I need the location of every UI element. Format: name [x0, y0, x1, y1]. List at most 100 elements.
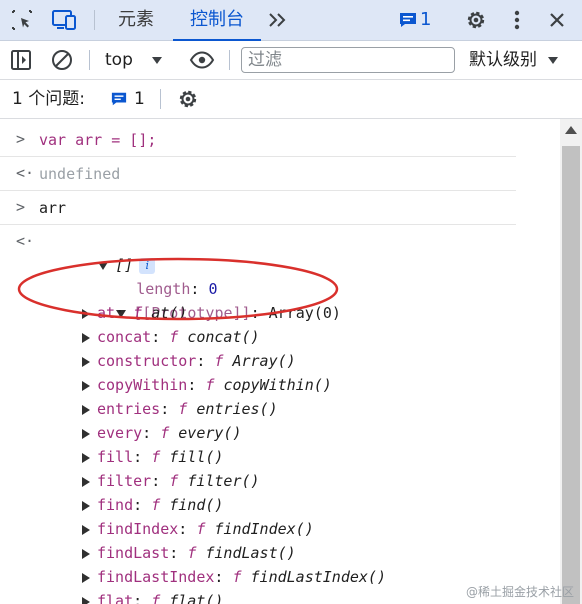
issues-bar: 1 个问题: 1 — [0, 80, 582, 119]
console-settings-gear-icon[interactable] — [175, 86, 201, 112]
method-row-filter[interactable]: filter: f filter() — [82, 469, 260, 493]
function-f-label: f — [160, 424, 170, 442]
method-row-copyWithin[interactable]: copyWithin: f copyWithin() — [82, 373, 332, 397]
function-f-label: f — [151, 496, 161, 514]
collapse-triangle-icon — [82, 524, 90, 535]
method-row-concat[interactable]: concat: f concat() — [82, 325, 260, 349]
console-object-result: <· [] i length: 0 [[Prototype]]: Array(0)… — [0, 225, 516, 604]
collapse-triangle-icon — [82, 596, 90, 604]
method-row-every[interactable]: every: f every() — [82, 421, 242, 445]
method-row-constructor[interactable]: constructor: f Array() — [82, 349, 296, 373]
live-expression-eye-icon[interactable] — [189, 47, 215, 73]
function-f-label: f — [232, 568, 242, 586]
method-name: concat — [97, 328, 152, 346]
method-signature: findIndex() — [214, 520, 314, 538]
more-options-kebab-icon[interactable] — [504, 7, 530, 33]
method-signature: concat() — [187, 328, 260, 346]
close-devtools-icon[interactable] — [544, 7, 570, 33]
method-row-findLastIndex[interactable]: findLastIndex: f findLastIndex() — [82, 565, 386, 589]
method-row-entries[interactable]: entries: f entries() — [82, 397, 278, 421]
collapse-triangle-icon — [82, 356, 90, 367]
result-arrow-icon: <· — [16, 232, 35, 250]
method-row-fill[interactable]: fill: f fill() — [82, 445, 223, 469]
method-name: entries — [97, 400, 161, 418]
prototype-toggle[interactable]: [[Prototype]]: Array(0) — [62, 277, 341, 322]
method-name: filter — [97, 472, 152, 490]
function-f-label: f — [169, 328, 179, 346]
collapse-triangle-icon — [82, 500, 90, 511]
collapse-triangle-icon — [82, 548, 90, 559]
method-signature: copyWithin() — [223, 376, 332, 394]
console-result-line: <· undefined — [0, 157, 516, 191]
collapse-triangle-icon — [82, 452, 90, 463]
method-row-flat[interactable]: flat: f flat() — [82, 589, 223, 604]
input-prompt-chevron-icon: > — [16, 130, 26, 148]
method-signature: findLast() — [205, 544, 296, 562]
property-value: Array(0) — [268, 304, 341, 322]
method-signature: find() — [169, 496, 224, 514]
method-row-find[interactable]: find: f find() — [82, 493, 223, 517]
issues-message-icon[interactable] — [395, 7, 421, 33]
console-toolbar: top 默认级别 — [0, 41, 582, 80]
filter-input[interactable] — [241, 47, 455, 73]
console-input-text: arr — [39, 199, 67, 217]
tabbar-divider — [94, 10, 95, 30]
scroll-up-arrow-icon[interactable] — [565, 126, 577, 134]
inspect-element-icon[interactable] — [9, 7, 35, 33]
watermark: @稀土掘金技术社区 — [465, 585, 574, 599]
more-tabs-icon[interactable] — [265, 7, 291, 33]
method-row-findLast[interactable]: findLast: f findLast() — [82, 541, 296, 565]
console-input-line: > var arr = []; — [0, 123, 516, 157]
issues-divider — [160, 89, 161, 109]
issues-message-icon — [111, 92, 127, 106]
tab-elements[interactable]: 元素 — [118, 0, 154, 40]
clear-console-icon[interactable] — [49, 47, 75, 73]
function-f-label: f — [178, 400, 188, 418]
sidebar-toggle-icon[interactable] — [8, 47, 34, 73]
array-root-toggle[interactable]: [] i — [44, 229, 156, 274]
method-name: copyWithin — [97, 376, 188, 394]
method-name: every — [97, 424, 143, 442]
method-signature: fill() — [169, 448, 224, 466]
method-signature: entries() — [196, 400, 278, 418]
method-row-at[interactable]: at: f at() — [82, 301, 187, 325]
method-name: find — [97, 496, 134, 514]
toolbar-divider — [89, 50, 90, 70]
console-output[interactable]: > var arr = []; <· undefined > arr <· []… — [0, 119, 560, 604]
method-signature: at() — [151, 304, 188, 322]
issues-count[interactable]: 1 — [420, 0, 431, 40]
collapse-triangle-icon — [82, 308, 90, 319]
console-input-line: > arr — [0, 191, 516, 225]
collapse-triangle-icon — [82, 332, 90, 343]
tab-console[interactable]: 控制台 — [173, 0, 261, 41]
settings-gear-icon[interactable] — [463, 7, 489, 33]
context-selector[interactable]: top — [105, 41, 163, 79]
collapse-triangle-icon — [82, 380, 90, 391]
issues-link[interactable]: 1 — [110, 80, 145, 118]
log-level-value: 默认级别 — [469, 50, 537, 70]
method-name: findLastIndex — [97, 568, 215, 586]
input-prompt-chevron-icon: > — [16, 198, 26, 216]
console-input-text: var arr = []; — [39, 131, 157, 149]
method-row-findIndex[interactable]: findIndex: f findIndex() — [82, 517, 314, 541]
toolbar-divider-2 — [229, 50, 230, 70]
method-name: constructor — [97, 352, 197, 370]
method-name: fill — [97, 448, 134, 466]
scrollbar-thumb[interactable] — [562, 146, 580, 604]
device-toolbar-icon[interactable] — [51, 7, 77, 33]
issues-label: 1 个问题: — [12, 89, 85, 109]
console-scrollbar[interactable] — [560, 119, 582, 604]
issues-link-count: 1 — [134, 89, 145, 109]
method-name: flat — [97, 592, 134, 604]
method-signature: findLastIndex() — [250, 568, 386, 586]
log-level-selector[interactable]: 默认级别 — [469, 41, 559, 79]
method-signature: flat() — [169, 592, 224, 604]
context-dropdown-arrow-icon — [152, 56, 163, 64]
method-name: findIndex — [97, 520, 179, 538]
result-arrow-icon: <· — [16, 164, 35, 182]
method-name: at — [97, 304, 116, 322]
method-name: findLast — [97, 544, 170, 562]
function-f-label: f — [133, 304, 143, 322]
collapse-triangle-icon — [82, 572, 90, 583]
method-signature: filter() — [187, 472, 260, 490]
